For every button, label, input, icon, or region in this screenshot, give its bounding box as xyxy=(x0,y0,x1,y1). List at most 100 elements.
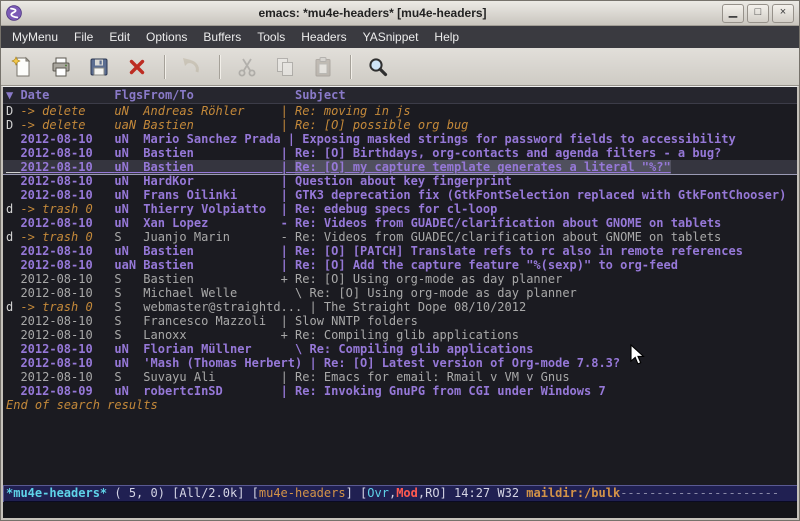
message-row[interactable]: 2012-08-10 uaN Bastien | Re: [O] Add the… xyxy=(3,258,797,272)
msg-subject: Re: edebug specs for cl-loop xyxy=(295,202,497,216)
maximize-button[interactable]: □ xyxy=(747,4,769,23)
msg-from: Florian Müllner xyxy=(143,342,280,356)
msg-flags: uN xyxy=(114,160,143,174)
msg-thread: | xyxy=(288,132,302,146)
header-col-flags[interactable]: Flgs xyxy=(114,88,143,102)
message-row[interactable]: 2012-08-10 uN 'Mash (Thomas Herbert) | R… xyxy=(3,356,797,370)
msg-date: 2012-08-10 xyxy=(20,160,114,174)
modeline-plain: 14:27 W32 xyxy=(454,486,526,500)
message-row[interactable]: 2012-08-10 uN Frans Oilinki | GTK3 depre… xyxy=(3,188,797,202)
menu-mymenu[interactable]: MyMenu xyxy=(4,27,66,47)
message-row[interactable]: d -> trash 0 S Juanjo Marin - Re: Videos… xyxy=(3,230,797,244)
msg-flags: uN xyxy=(114,104,143,118)
modeline-plain: ] [ xyxy=(346,486,368,500)
save-icon[interactable] xyxy=(85,53,113,81)
msg-thread: | xyxy=(281,258,295,272)
msg-thread: | xyxy=(281,384,295,398)
msg-mark xyxy=(6,132,20,146)
header-col-date[interactable]: ▼ Date xyxy=(6,88,114,102)
cut-icon xyxy=(233,53,261,81)
msg-flags: uN xyxy=(114,384,143,398)
menu-options[interactable]: Options xyxy=(138,27,195,47)
message-row[interactable]: 2012-08-10 uN Mario Sanchez Prada | Expo… xyxy=(3,132,797,146)
menu-file[interactable]: File xyxy=(66,27,101,47)
message-row[interactable]: 2012-08-10 S Lanoxx + Re: Compiling glib… xyxy=(3,328,797,342)
message-row[interactable]: 2012-08-10 uN Bastien | Re: [O] Birthday… xyxy=(3,146,797,160)
msg-thread: | xyxy=(309,356,323,370)
msg-flags: S xyxy=(114,370,143,384)
close-icon[interactable] xyxy=(123,53,151,81)
message-row[interactable]: d -> trash 0 S webmaster@straightd... | … xyxy=(3,300,797,314)
header-col-from[interactable]: From/To xyxy=(143,88,295,102)
msg-from: HardKor xyxy=(143,174,280,188)
msg-date: 2012-08-10 xyxy=(20,216,114,230)
msg-flags: S xyxy=(114,328,143,342)
msg-thread: | xyxy=(309,300,323,314)
toolbar-separator xyxy=(164,55,165,79)
menu-buffers[interactable]: Buffers xyxy=(195,27,249,47)
msg-from: Francesco Mazzoli xyxy=(143,314,280,328)
menu-headers[interactable]: Headers xyxy=(293,27,354,47)
msg-flags: uN xyxy=(114,216,143,230)
search-icon[interactable] xyxy=(364,53,392,81)
msg-subject: Re: Videos from GUADEC/clarification abo… xyxy=(295,216,721,230)
message-row[interactable]: 2012-08-10 uN Florian Müllner \ Re: Comp… xyxy=(3,342,797,356)
msg-subject: Re: Emacs for email: Rmail v VM v Gnus xyxy=(295,370,570,384)
message-row[interactable]: D -> delete uaN Bastien | Re: [O] possib… xyxy=(3,118,797,132)
msg-date: 2012-08-10 xyxy=(20,286,114,300)
message-row[interactable]: 2012-08-10 S Suvayu Ali | Re: Emacs for … xyxy=(3,370,797,384)
msg-subject: Slow NNTP folders xyxy=(295,314,418,328)
message-row[interactable]: 2012-08-10 uN Xan Lopez - Re: Videos fro… xyxy=(3,216,797,230)
header-col-subject[interactable]: Subject xyxy=(295,88,346,102)
msg-date: -> trash 0 xyxy=(20,300,114,314)
msg-thread: | xyxy=(281,188,295,202)
titlebar[interactable]: emacs: *mu4e-headers* [mu4e-headers] ▁□× xyxy=(1,1,799,26)
msg-date: -> delete xyxy=(20,104,114,118)
undo-icon xyxy=(178,53,206,81)
modeline: *mu4e-headers* ( 5, 0) [All/2.0k] [mu4e-… xyxy=(3,485,797,502)
menu-yasnippet[interactable]: YASnippet xyxy=(355,27,427,47)
msg-from: Suvayu Ali xyxy=(143,370,280,384)
msg-from: Michael Welle xyxy=(143,286,280,300)
close-button[interactable]: × xyxy=(772,4,794,23)
print-icon[interactable] xyxy=(47,53,75,81)
message-row[interactable]: 2012-08-10 uN Bastien | Re: [O] my captu… xyxy=(3,160,797,174)
msg-from: Mario Sanchez Prada xyxy=(143,132,288,146)
new-file-icon[interactable] xyxy=(9,53,37,81)
message-row[interactable]: 2012-08-10 S Bastien + Re: [O] Using org… xyxy=(3,272,797,286)
msg-thread: | xyxy=(281,146,295,160)
msg-mark xyxy=(6,174,20,188)
msg-subject: Re: [O] Using org-mode as day planner xyxy=(309,286,576,300)
menu-help[interactable]: Help xyxy=(426,27,467,47)
msg-mark: d xyxy=(6,230,20,244)
menu-edit[interactable]: Edit xyxy=(101,27,138,47)
window-title: emacs: *mu4e-headers* [mu4e-headers] xyxy=(26,6,719,20)
message-row[interactable]: 2012-08-09 uN robertcInSD | Re: Invoking… xyxy=(3,384,797,398)
message-row[interactable]: 2012-08-10 uN Bastien | Re: [O] [PATCH] … xyxy=(3,244,797,258)
modeline-plain: RO xyxy=(425,486,439,500)
msg-subject: Re: [O] Add the capture feature "%(sexp)… xyxy=(295,258,678,272)
toolbar xyxy=(1,48,799,86)
msg-mark xyxy=(6,188,20,202)
message-row[interactable]: d -> trash 0 uN Thierry Volpiatto | Re: … xyxy=(3,202,797,216)
message-row[interactable]: D -> delete uN Andreas Röhler | Re: movi… xyxy=(3,104,797,118)
msg-from: Thierry Volpiatto xyxy=(143,202,280,216)
message-row[interactable]: 2012-08-10 uN HardKor | Question about k… xyxy=(3,174,797,188)
menu-tools[interactable]: Tools xyxy=(249,27,293,47)
msg-from: Andreas Röhler xyxy=(143,104,280,118)
minibuffer[interactable] xyxy=(3,502,797,518)
msg-date: 2012-08-10 xyxy=(20,174,114,188)
msg-subject: Re: [O] Birthdays, org-contacts and agen… xyxy=(295,146,721,160)
message-row[interactable]: 2012-08-10 S Francesco Mazzoli | Slow NN… xyxy=(3,314,797,328)
msg-mark xyxy=(6,314,20,328)
msg-flags: uN xyxy=(114,342,143,356)
msg-flags: S xyxy=(114,300,143,314)
msg-mark: D xyxy=(6,118,20,132)
msg-date: -> trash 0 xyxy=(20,202,114,216)
msg-mark xyxy=(6,258,20,272)
minimize-button[interactable]: ▁ xyxy=(722,4,744,23)
msg-subject: Re: [O] my capture template generates a … xyxy=(295,160,671,174)
msg-thread: | xyxy=(281,370,295,384)
message-row[interactable]: 2012-08-10 S Michael Welle \ Re: [O] Usi… xyxy=(3,286,797,300)
modeline-plain: ] xyxy=(440,486,454,500)
